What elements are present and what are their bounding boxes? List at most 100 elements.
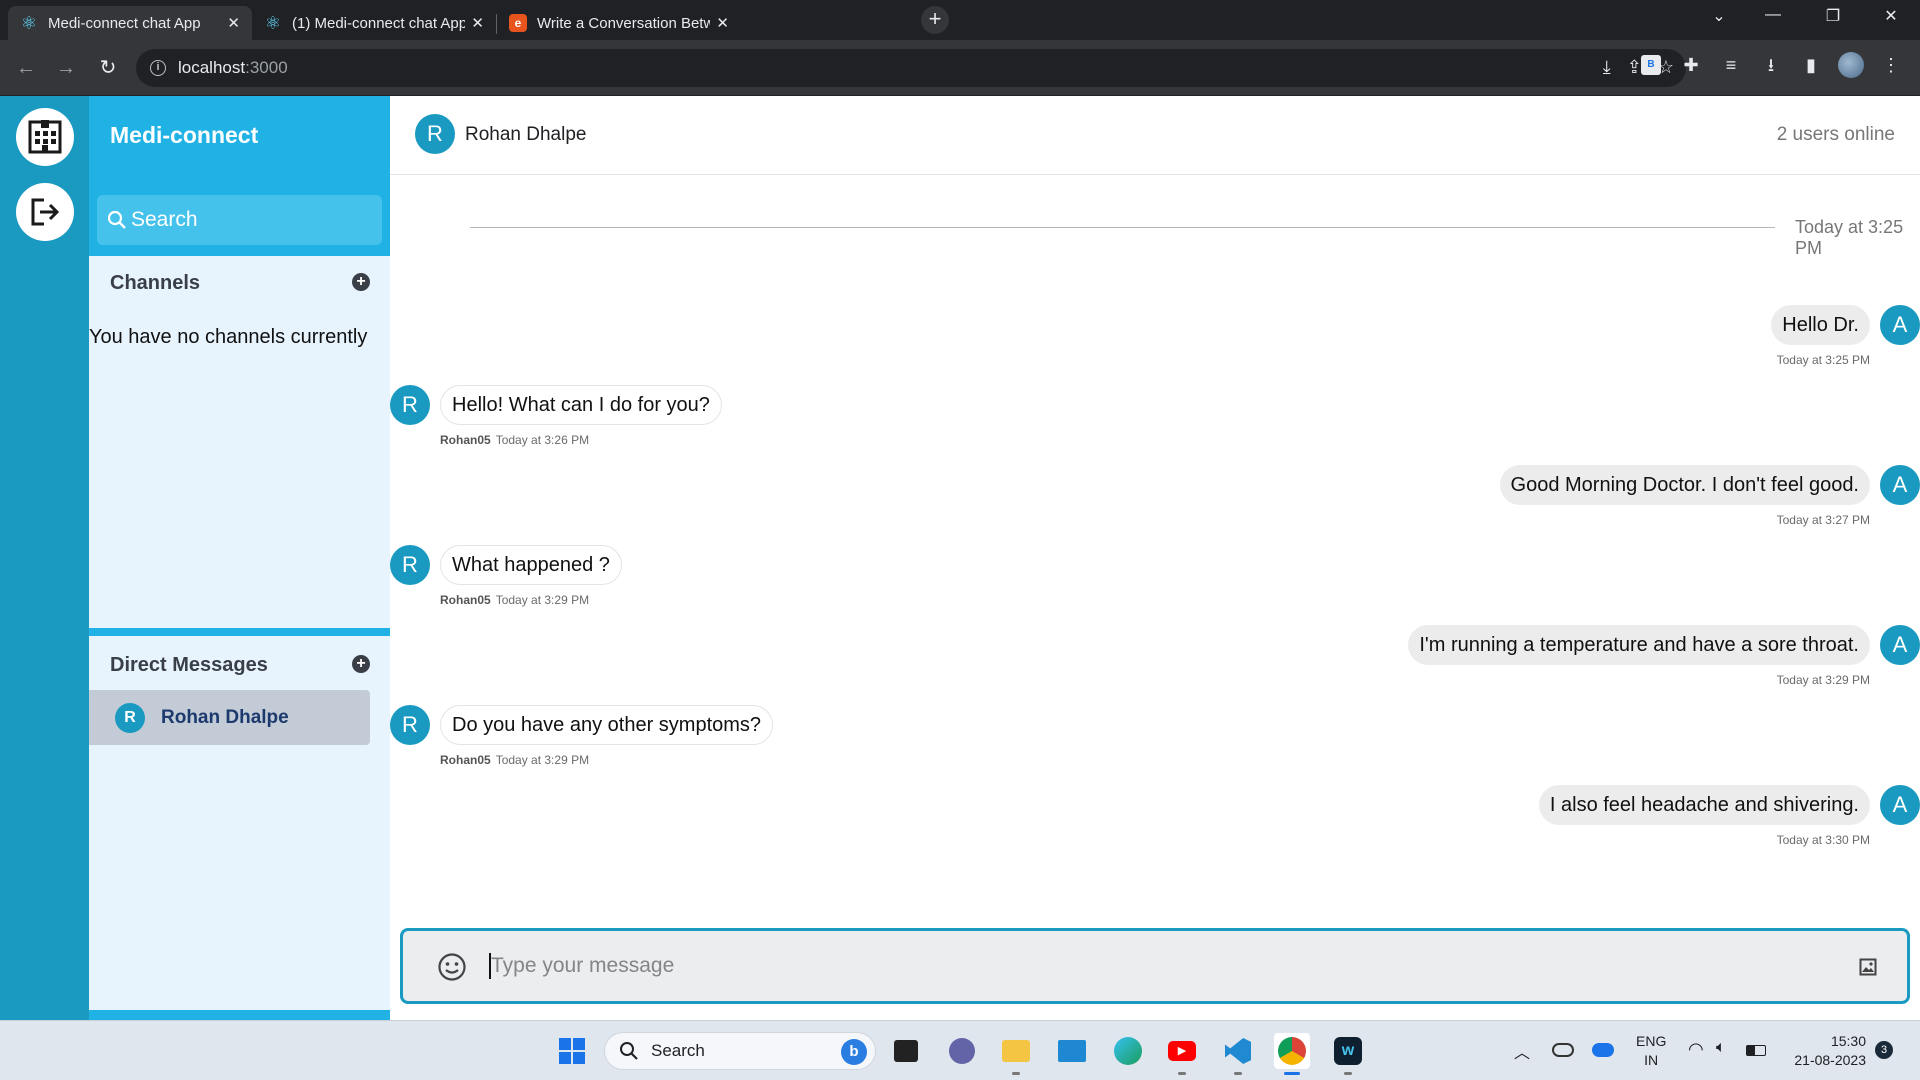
- youtube-icon: ▶: [1168, 1041, 1196, 1061]
- search-icon: [107, 210, 126, 229]
- volume-icon[interactable]: 🔈︎: [1716, 1039, 1726, 1057]
- taskbar-search[interactable]: Search b: [604, 1032, 876, 1070]
- clock-time: 15:30: [1830, 1033, 1866, 1049]
- message-outgoing: Hello Dr. Today at 3:25 PM: [1771, 305, 1870, 367]
- message-time: Today at 3:29 PM: [495, 753, 590, 767]
- notification-badge[interactable]: 3: [1875, 1041, 1893, 1059]
- message-time: Today at 3:27 PM: [1776, 513, 1870, 527]
- tab-medi-connect-2[interactable]: ⚛ (1) Medi-connect chat App ✕: [252, 6, 496, 40]
- teams-icon: [949, 1038, 975, 1064]
- attach-image-button[interactable]: [1859, 958, 1877, 981]
- extension-icon[interactable]: B: [1641, 55, 1661, 75]
- browser-toolbar: ← → ↻ i localhost:3000 ⤓ ⇪ ☆: [0, 40, 1920, 96]
- close-tab-icon[interactable]: ✕: [227, 14, 240, 32]
- puzzle-icon[interactable]: ✚: [1678, 52, 1704, 78]
- address-bar[interactable]: i localhost:3000 ⤓ ⇪ ☆: [136, 49, 1686, 87]
- message-composer: [400, 928, 1910, 1004]
- tab-search-icon[interactable]: ⌄: [1704, 6, 1734, 26]
- webex-app[interactable]: w: [1330, 1033, 1366, 1075]
- message-time: Today at 3:29 PM: [1776, 673, 1870, 687]
- message-time: Today at 3:29 PM: [495, 593, 590, 607]
- avatar: A: [1880, 465, 1920, 505]
- windows-start-icon: [559, 1038, 585, 1064]
- app-brand: Medi-connect: [110, 122, 259, 148]
- bing-icon[interactable]: b: [841, 1039, 867, 1065]
- language-indicator[interactable]: ENG IN: [1636, 1032, 1666, 1070]
- close-tab-icon[interactable]: ✕: [471, 14, 484, 32]
- react-icon: ⚛: [264, 13, 282, 33]
- site-info-icon[interactable]: i: [150, 60, 166, 76]
- close-tab-icon[interactable]: ✕: [716, 14, 729, 32]
- edge-app[interactable]: [1110, 1033, 1146, 1069]
- message-author: Rohan05: [440, 593, 491, 607]
- battery-icon[interactable]: [1746, 1045, 1766, 1056]
- terminal-app[interactable]: [888, 1033, 924, 1069]
- avatar: A: [1880, 305, 1920, 345]
- dm-name: Rohan Dhalpe: [161, 706, 289, 728]
- new-tab-button[interactable]: +: [921, 6, 949, 34]
- chrome-icon: [1278, 1037, 1306, 1065]
- message-outgoing: I'm running a temperature and have a sor…: [1408, 625, 1870, 687]
- language-secondary: IN: [1644, 1052, 1659, 1068]
- media-control-icon[interactable]: ≡: [1718, 52, 1744, 78]
- blog-icon: e: [509, 14, 527, 32]
- logout-button[interactable]: [16, 183, 74, 241]
- message-bubble: What happened ?: [440, 545, 622, 585]
- profile-avatar[interactable]: [1838, 52, 1864, 78]
- image-icon: [1859, 958, 1877, 976]
- dm-item-rohan-dhalpe[interactable]: R Rohan Dhalpe: [89, 690, 370, 745]
- chrome-app[interactable]: [1274, 1033, 1310, 1075]
- message-bubble: Hello! What can I do for you?: [440, 385, 722, 425]
- tab-write-conversation[interactable]: e Write a Conversation Between Do ✕: [497, 6, 741, 40]
- tab-medi-connect-1[interactable]: ⚛ Medi-connect chat App ✕: [8, 6, 252, 40]
- search-icon: [620, 1042, 638, 1060]
- vscode-app[interactable]: [1220, 1033, 1256, 1075]
- hospital-button[interactable]: [16, 108, 74, 166]
- side-panel-icon[interactable]: ▮: [1798, 52, 1824, 78]
- extension-toolbar: B ✚ ≡ ⭳ ▮ ⋮: [1638, 52, 1904, 78]
- message-input[interactable]: [491, 949, 1791, 983]
- tab-title: Medi-connect chat App: [48, 14, 201, 32]
- clock[interactable]: 15:30 21-08-2023: [1786, 1032, 1866, 1070]
- emoji-button[interactable]: [437, 952, 467, 987]
- language-primary: ENG: [1636, 1033, 1667, 1049]
- download-icon[interactable]: ⭳: [1758, 52, 1784, 78]
- section-divider: [89, 628, 390, 636]
- avatar: A: [1880, 785, 1920, 825]
- onedrive-icon[interactable]: [1592, 1043, 1614, 1057]
- minimize-icon[interactable]: —: [1758, 6, 1788, 24]
- vscode-icon: [1225, 1038, 1251, 1064]
- add-direct-message-icon[interactable]: +: [352, 655, 370, 673]
- onedrive-personal-icon[interactable]: [1552, 1043, 1574, 1057]
- show-hidden-icons[interactable]: ︿: [1514, 1039, 1530, 1063]
- forward-icon[interactable]: →: [52, 54, 80, 82]
- remote-desktop-app[interactable]: [1054, 1033, 1090, 1069]
- message-meta: Today at 3:29 PM: [1777, 673, 1870, 687]
- teams-app[interactable]: [944, 1033, 980, 1069]
- reload-icon[interactable]: ↻: [94, 54, 122, 82]
- message-meta: Rohan05 Today at 3:29 PM: [440, 753, 589, 767]
- message-incoming: Hello! What can I do for you? Rohan05 Tod…: [440, 385, 722, 447]
- left-rail: [0, 96, 89, 1020]
- maximize-icon[interactable]: ❐: [1818, 6, 1848, 26]
- install-app-icon[interactable]: ⤓: [1603, 57, 1611, 78]
- url-port: :3000: [245, 58, 288, 77]
- chat-header: R Rohan Dhalpe 2 users online: [390, 96, 1920, 175]
- avatar: R: [390, 545, 430, 585]
- hospital-icon: [28, 120, 62, 154]
- message-meta: Today at 3:25 PM: [1777, 353, 1870, 367]
- back-icon[interactable]: ←: [12, 54, 40, 82]
- message-bubble: I also feel headache and shivering.: [1538, 785, 1870, 825]
- close-icon[interactable]: ✕: [1876, 6, 1906, 26]
- search-input[interactable]: Search: [97, 195, 382, 245]
- sidebar-header: Medi-connect Search: [89, 96, 390, 256]
- medi-connect-app: Medi-connect Search Channels + You have …: [0, 96, 1920, 1020]
- start-button[interactable]: [554, 1033, 590, 1069]
- wifi-icon[interactable]: ◠: [1688, 1039, 1704, 1060]
- add-channel-icon[interactable]: +: [352, 273, 370, 291]
- menu-kebab-icon[interactable]: ⋮: [1878, 52, 1904, 78]
- direct-messages-title: Direct Messages: [110, 654, 268, 676]
- file-explorer-app[interactable]: [998, 1033, 1034, 1075]
- youtube-app[interactable]: ▶: [1164, 1033, 1200, 1075]
- message-bubble: I'm running a temperature and have a sor…: [1408, 625, 1870, 665]
